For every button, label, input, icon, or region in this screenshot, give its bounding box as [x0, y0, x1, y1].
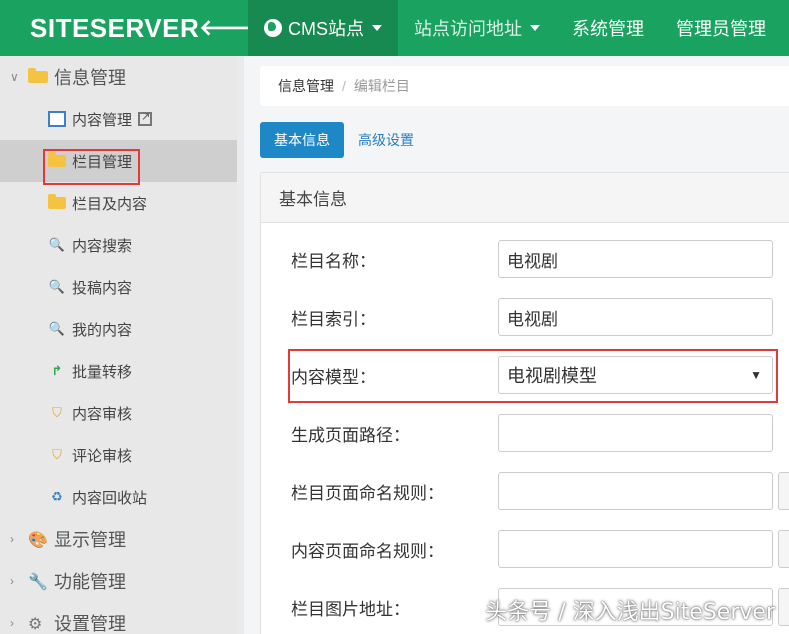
sidebar-group-label: 功能管理 — [54, 572, 126, 592]
nav-cms-site[interactable]: CMS站点 — [248, 0, 398, 56]
caret-down-icon — [372, 25, 382, 31]
window-icon — [48, 111, 66, 127]
channel-name-label: 栏目名称： — [291, 251, 376, 271]
page-path-label: 生成页面路径： — [291, 425, 410, 445]
arrow-icon: ↱ — [51, 363, 63, 378]
shield-icon: ⛉ — [52, 405, 62, 420]
sidebar-group-display[interactable]: › 🎨 显示管理 — [0, 518, 237, 560]
folder-icon — [28, 68, 48, 83]
sidebar-group-info[interactable]: ∨ 信息管理 — [0, 56, 237, 98]
sidebar-item-recycle-bin[interactable]: ♻ 内容回收站 — [0, 476, 237, 518]
sidebar-item-comment-review[interactable]: ⛉ 评论审核 — [0, 434, 237, 476]
brand-name: SITESERVER — [30, 12, 200, 43]
chevron-right-icon: › — [10, 532, 14, 546]
watermark: 头条号 / 深入浅出SiteServer — [485, 600, 775, 625]
content-rule-button[interactable] — [778, 530, 789, 568]
breadcrumb-current: 编辑栏目 — [353, 78, 410, 94]
nav-cms-label: CMS站点 — [288, 19, 364, 39]
sidebar-group-function[interactable]: › 🔧 功能管理 — [0, 560, 237, 602]
tab-advanced-settings[interactable]: 高级设置 — [344, 122, 428, 158]
nav-admin-label: 管理员管理 — [676, 19, 766, 39]
sidebar-item-content-review[interactable]: ⛉ 内容审核 — [0, 392, 237, 434]
nav-system[interactable]: 系统管理 — [556, 0, 660, 56]
brand[interactable]: SITESERVER 🡐 — [0, 0, 258, 56]
form-row-model: 内容模型： 电视剧模型 ▼ — [291, 355, 789, 395]
sidebar-item-label: 评论审核 — [72, 447, 133, 465]
nav-system-label: 系统管理 — [572, 19, 644, 39]
content-rule-input[interactable] — [498, 530, 773, 568]
sidebar-item-label: 栏目管理 — [72, 153, 133, 171]
channel-rule-input[interactable] — [498, 472, 773, 510]
chevron-right-icon: › — [10, 616, 14, 630]
sidebar-item-batch-move[interactable]: ↱ 批量转移 — [0, 350, 237, 392]
page-path-input[interactable] — [498, 414, 773, 452]
nav-admin[interactable]: 管理员管理 — [660, 0, 782, 56]
breadcrumb-separator: / — [342, 78, 346, 94]
recycle-icon: ♻ — [51, 489, 63, 504]
search-icon: 🔍 — [48, 321, 66, 336]
sidebar-item-submissions[interactable]: 🔍 投稿内容 — [0, 266, 237, 308]
sidebar-group-label: 设置管理 — [54, 614, 126, 634]
form-row-name: 栏目名称： 电视剧 — [291, 239, 789, 279]
panel-title: 基本信息 — [261, 173, 789, 223]
channel-name-input[interactable]: 电视剧 — [498, 240, 773, 278]
nav-site-url[interactable]: 站点访问地址 — [398, 0, 556, 56]
channel-image-label: 栏目图片地址： — [291, 599, 410, 619]
sidebar-item-label: 我的内容 — [72, 321, 133, 339]
globe-icon — [264, 19, 282, 37]
channel-index-label: 栏目索引： — [291, 309, 376, 329]
content-model-value: 电视剧模型 — [507, 366, 597, 386]
nav-site-url-label: 站点访问地址 — [414, 19, 522, 39]
sidebar-item-content-manage[interactable]: 内容管理 — [0, 98, 237, 140]
folder-icon — [48, 152, 66, 167]
form-row-index: 栏目索引： 电视剧 — [291, 297, 789, 337]
content-model-label: 内容模型： — [291, 367, 376, 387]
form-row-channel-rule: 栏目页面命名规则： — [291, 471, 789, 511]
sidebar-item-content-search[interactable]: 🔍 内容搜索 — [0, 224, 237, 266]
sidebar-item-channel-and-content[interactable]: 栏目及内容 — [0, 182, 237, 224]
wrench-icon: 🔧 — [28, 574, 48, 591]
sidebar-item-label: 投稿内容 — [72, 279, 133, 297]
sidebar-group-label: 信息管理 — [54, 68, 126, 88]
channel-rule-button[interactable] — [778, 472, 789, 510]
sidebar-item-label: 内容管理 — [72, 111, 133, 129]
tab-basic-info[interactable]: 基本信息 — [260, 122, 344, 158]
gear-icon: ⚙ — [28, 616, 43, 633]
channel-index-input[interactable]: 电视剧 — [498, 298, 773, 336]
search-icon: 🔍 — [48, 279, 66, 294]
caret-down-icon: ▼ — [750, 368, 762, 382]
form-row-content-rule: 内容页面命名规则： — [291, 529, 789, 569]
top-navbar: SITESERVER 🡐 CMS站点 站点访问地址 系统管理 管理员管理 — [0, 0, 789, 56]
sidebar-group-settings[interactable]: › ⚙ 设置管理 — [0, 602, 237, 634]
folder-icon — [48, 194, 66, 209]
breadcrumb: 信息管理 / 编辑栏目 — [260, 66, 789, 106]
main-content: 信息管理 / 编辑栏目 基本信息 高级设置 基本信息 栏目名称： 电视剧 栏目索… — [244, 56, 789, 634]
channel-rule-label: 栏目页面命名规则： — [291, 483, 444, 503]
sidebar-item-channel-manage[interactable]: 栏目管理 — [0, 140, 237, 182]
channel-image-button[interactable] — [778, 588, 789, 626]
sidebar-item-label: 内容回收站 — [72, 489, 148, 507]
shield-icon: ⛉ — [52, 447, 62, 462]
chevron-down-icon: ∨ — [10, 70, 19, 84]
form-panel: 基本信息 栏目名称： 电视剧 栏目索引： 电视剧 内容模型： 电视剧模型 ▼ 生… — [260, 172, 789, 634]
brand-logo-icon — [16, 17, 22, 39]
tab-bar: 基本信息 高级设置 — [260, 122, 428, 158]
content-rule-label: 内容页面命名规则： — [291, 541, 444, 561]
sidebar-group-label: 显示管理 — [54, 530, 126, 550]
external-link-icon[interactable] — [138, 110, 153, 126]
palette-icon: 🎨 — [28, 532, 48, 549]
content-model-select[interactable]: 电视剧模型 ▼ — [498, 356, 773, 394]
sidebar-item-label: 内容搜索 — [72, 237, 133, 255]
sidebar-item-label: 内容审核 — [72, 405, 133, 423]
sidebar: ∨ 信息管理 内容管理 栏目管理 栏目及内容 🔍 内容搜索 🔍 投稿内容 🔍 我… — [0, 56, 237, 634]
form-row-path: 生成页面路径： — [291, 413, 789, 453]
sidebar-item-my-content[interactable]: 🔍 我的内容 — [0, 308, 237, 350]
main-nav: CMS站点 站点访问地址 系统管理 管理员管理 — [248, 0, 782, 56]
caret-down-icon — [530, 25, 540, 31]
search-icon: 🔍 — [48, 237, 66, 252]
breadcrumb-root[interactable]: 信息管理 — [278, 76, 334, 96]
chevron-right-icon: › — [10, 574, 14, 588]
sidebar-item-label: 批量转移 — [72, 363, 133, 381]
sidebar-item-label: 栏目及内容 — [72, 195, 148, 213]
